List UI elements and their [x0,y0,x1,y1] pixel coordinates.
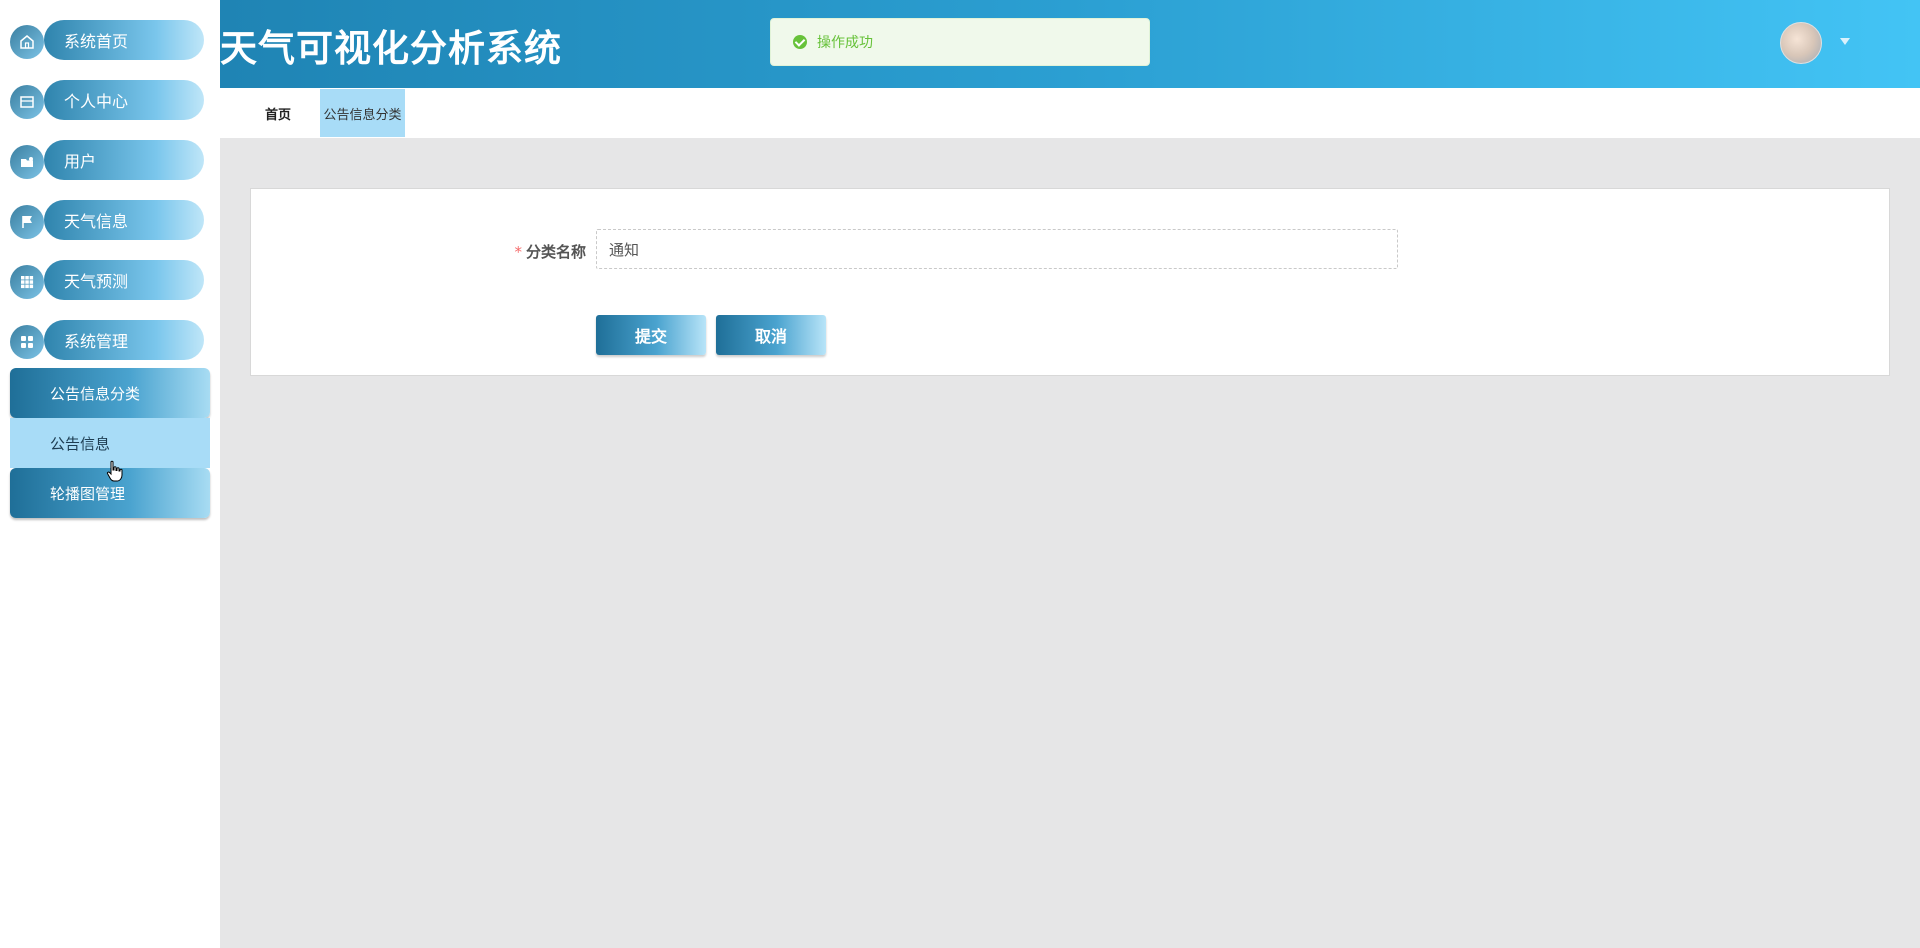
tab-notice-category[interactable]: 公告信息分类 [320,89,405,137]
submenu-item-notice-category[interactable]: 公告信息分类 [10,368,210,418]
card-icon [10,85,44,119]
user-folder-icon [10,145,44,179]
form-card: *分类名称 提交 取消 [250,188,1890,376]
category-name-input[interactable] [596,229,1398,269]
hand-cursor-icon [106,460,124,486]
tabs-bar: 首页 公告信息分类 [220,88,1920,138]
sidebar-item-users[interactable]: 用户 [10,140,204,180]
sidebar-item-label: 个人中心 [44,80,204,120]
cancel-button[interactable]: 取消 [716,315,826,355]
sidebar-item-label: 系统首页 [44,20,204,60]
check-circle-icon [793,35,807,49]
flag-icon [10,205,44,239]
sidebar-item-label: 系统管理 [44,320,204,360]
sidebar-item-home[interactable]: 系统首页 [10,20,204,60]
sidebar-item-label: 天气预测 [44,260,204,300]
success-toast: 操作成功 [770,18,1150,66]
chevron-down-icon[interactable] [1840,38,1850,45]
sidebar-item-label: 天气信息 [44,200,204,240]
home-icon [10,25,44,59]
submit-button[interactable]: 提交 [596,315,706,355]
grid-icon [10,265,44,299]
sidebar-item-weather-forecast[interactable]: 天气预测 [10,260,204,300]
sidebar-item-profile[interactable]: 个人中心 [10,80,204,120]
toast-message: 操作成功 [817,35,873,51]
apps-icon [10,325,44,359]
required-mark: * [514,243,522,261]
sidebar-item-weather-info[interactable]: 天气信息 [10,200,204,240]
avatar[interactable] [1780,22,1822,64]
tab-home[interactable]: 首页 [265,89,291,137]
category-name-label-text: 分类名称 [525,243,586,261]
sidebar-item-system[interactable]: 系统管理 [10,320,204,360]
category-name-label: * 分类名称 [251,241,586,262]
sidebar-item-label: 用户 [44,140,204,180]
app-title: 天气可视化分析系统 [220,27,562,70]
system-submenu: 公告信息分类 公告信息 轮播图管理 [10,368,210,518]
